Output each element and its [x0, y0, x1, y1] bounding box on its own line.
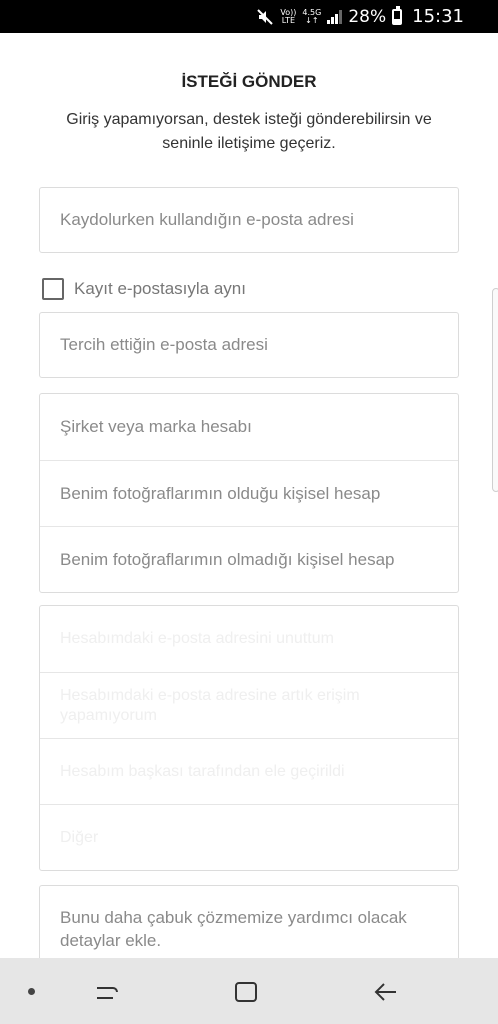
registration-email-field[interactable]: Kaydolurken kullandığın e-posta adresi — [39, 187, 459, 253]
mute-icon — [257, 8, 274, 25]
recents-icon[interactable] — [93, 978, 121, 1006]
page-subtitle: Giriş yapamıyorsan, destek isteği gönder… — [66, 111, 432, 152]
preferred-email-placeholder: Tercih ettiğin e-posta adresi — [60, 335, 268, 354]
navigation-bar — [0, 958, 498, 1024]
issue-option: Hesabımdaki e-posta adresini unuttum — [60, 630, 334, 647]
status-bar: Vo)) LTE 4.5G ↓↑ 28% 15:31 — [0, 0, 498, 33]
clock: 15:31 — [412, 6, 464, 27]
issue-option: Hesabımdaki e-posta adresine artık erişi… — [40, 672, 458, 738]
scroll-handle[interactable] — [492, 288, 498, 492]
page-title: İSTEĞİ GÖNDER — [181, 72, 317, 91]
details-placeholder: Bunu daha çabuk çözmemize yardımcı olaca… — [60, 908, 407, 950]
back-icon[interactable] — [372, 978, 400, 1006]
account-type-option[interactable]: Benim fotoğraflarımın olduğu kişisel hes… — [40, 460, 458, 526]
same-email-checkbox-row[interactable]: Kayıt e-postasıyla aynı — [42, 278, 246, 300]
account-type-option[interactable]: Şirket veya marka hesabı — [40, 394, 458, 460]
account-type-option[interactable]: Benim fotoğraflarımın olmadığı kişisel h… — [40, 526, 458, 592]
volte-indicator: Vo)) LTE — [280, 7, 297, 25]
home-icon[interactable] — [232, 978, 260, 1006]
dot-icon — [28, 988, 35, 995]
registration-email-placeholder: Kaydolurken kullandığın e-posta adresi — [60, 210, 354, 229]
issue-option: Diğer — [40, 804, 458, 870]
network-indicator: 4.5G ↓↑ — [302, 7, 322, 25]
account-type-options: Şirket veya marka hesabı Benim fotoğrafl… — [39, 393, 459, 593]
battery-icon — [392, 5, 403, 25]
battery-percent: 28% — [348, 6, 387, 27]
issue-option: Hesabım başkası tarafından ele geçirildi — [40, 738, 458, 804]
same-email-checkbox[interactable] — [42, 278, 64, 300]
signal-icon — [327, 9, 343, 24]
preferred-email-field[interactable]: Tercih ettiğin e-posta adresi — [39, 312, 459, 378]
issue-options: Hesabımdaki e-posta adresini unuttum Hes… — [39, 605, 459, 871]
same-email-checkbox-label: Kayıt e-postasıyla aynı — [74, 279, 246, 298]
